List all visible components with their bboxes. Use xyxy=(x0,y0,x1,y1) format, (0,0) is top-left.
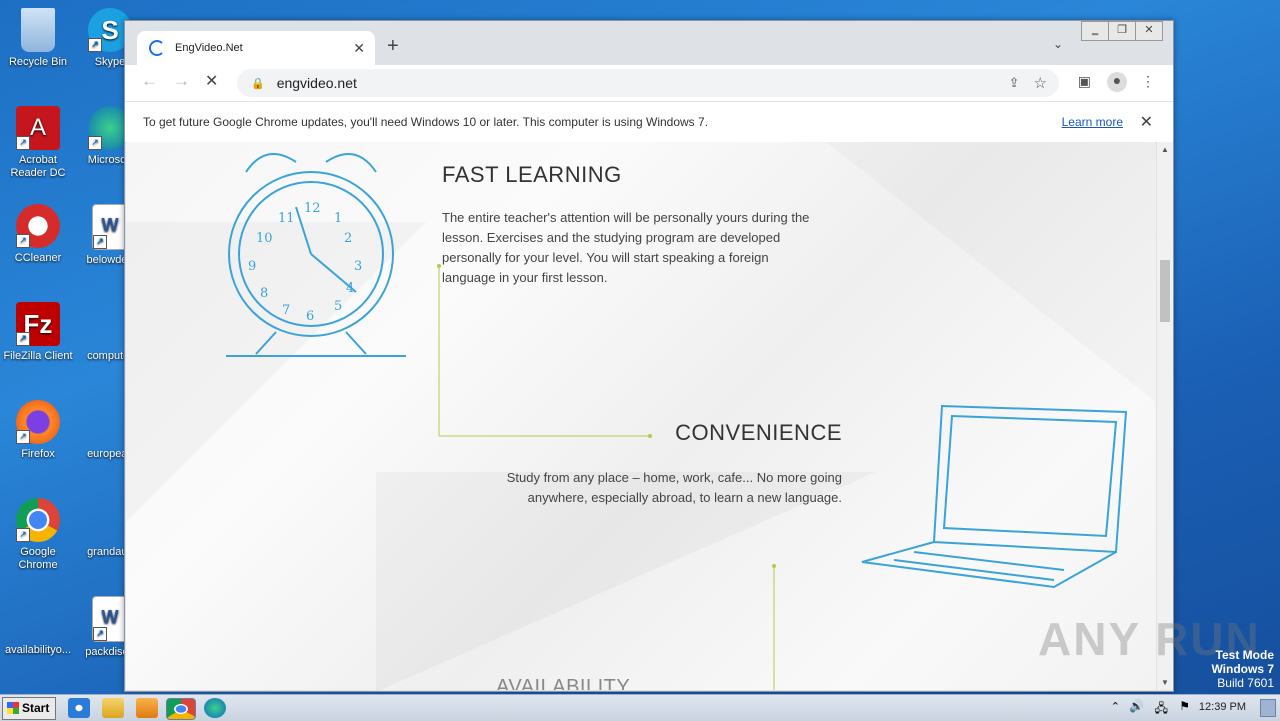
side-panel-icon[interactable]: ▣ xyxy=(1078,73,1091,90)
section-heading: AVAILABILITY xyxy=(496,676,631,690)
menu-kebab-icon[interactable]: ⋮ xyxy=(1141,73,1155,90)
profile-avatar-icon[interactable]: ● xyxy=(1107,72,1127,92)
browser-tab[interactable]: EngVideo.Net ✕ xyxy=(137,31,375,65)
taskbar: Start ⌃ 🔊 🖧 ⚑ 12:39 PM xyxy=(0,694,1280,721)
volume-icon[interactable]: 🔊 xyxy=(1129,699,1144,713)
section-heading: FAST LEARNING xyxy=(442,162,622,187)
svg-text:7: 7 xyxy=(282,303,290,318)
network-icon[interactable]: 🖧 xyxy=(1155,699,1168,720)
start-label: Start xyxy=(22,701,50,715)
word-document-icon: W ↗ xyxy=(92,204,128,250)
page-scrollbar[interactable]: ▲ ▼ xyxy=(1157,142,1173,690)
section-heading: CONVENIENCE xyxy=(675,420,842,445)
chrome-window: ‗ ❐ ✕ EngVideo.Net ✕ + ⌄ ← → ✕ 🔒 engvide… xyxy=(124,20,1174,692)
action-center-flag-icon[interactable]: ⚑ xyxy=(1179,699,1190,713)
lock-icon[interactable]: 🔒 xyxy=(251,77,265,90)
svg-text:9: 9 xyxy=(248,259,256,274)
firefox-icon: ↗ xyxy=(16,400,60,444)
watermark-line: Windows 7 xyxy=(1211,662,1274,676)
desktop-icon-filezilla[interactable]: Fz ↗ FileZilla Client xyxy=(0,302,76,363)
desktop-icon-recycle-bin[interactable]: Recycle Bin xyxy=(0,8,76,69)
filezilla-icon: Fz ↗ xyxy=(16,302,60,346)
infobar-close-icon[interactable]: ✕ xyxy=(1140,112,1153,132)
desktop-icon-firefox[interactable]: ↗ Firefox xyxy=(0,400,76,461)
media-player-icon[interactable] xyxy=(136,698,158,718)
bookmark-star-icon[interactable]: ☆ xyxy=(1034,74,1047,92)
tab-title: EngVideo.Net xyxy=(175,42,243,54)
new-tab-button[interactable]: + xyxy=(387,35,399,58)
svg-text:8: 8 xyxy=(260,286,268,301)
taskbar-clock[interactable]: 12:39 PM xyxy=(1199,701,1246,713)
show-desktop-button[interactable] xyxy=(1260,699,1276,717)
blank-document-icon xyxy=(16,596,60,640)
section-availability: AVAILABILITY xyxy=(496,676,630,690)
svg-text:12: 12 xyxy=(304,201,321,216)
tray-expand-icon[interactable]: ⌃ xyxy=(1111,700,1120,713)
desktop-icon-ccleaner[interactable]: ↗ CCleaner xyxy=(0,204,76,265)
laptop-illustration xyxy=(861,404,1128,589)
minimize-button[interactable]: ‗ xyxy=(1081,21,1109,41)
svg-text:6: 6 xyxy=(306,309,314,324)
window-controls: ‗ ❐ ✕ xyxy=(1081,21,1163,41)
bg-shape xyxy=(826,142,1156,402)
share-icon[interactable]: ⇪ xyxy=(1009,75,1020,91)
acrobat-icon: A ↗ xyxy=(16,106,60,150)
file-explorer-icon[interactable] xyxy=(102,698,124,718)
edge-taskbar-icon[interactable] xyxy=(204,698,226,718)
scroll-down-arrow-icon[interactable]: ▼ xyxy=(1161,678,1169,687)
svg-text:4: 4 xyxy=(346,281,354,296)
start-button[interactable]: Start xyxy=(2,697,56,720)
windows-logo-icon xyxy=(7,702,19,714)
scrollbar-thumb[interactable] xyxy=(1160,260,1170,322)
learn-more-link[interactable]: Learn more xyxy=(1062,115,1123,129)
connector-line xyxy=(437,264,652,438)
close-window-button[interactable]: ✕ xyxy=(1135,21,1163,41)
alarm-clock-illustration: 12 23 1098 6 54 11 7 1 xyxy=(226,153,406,357)
address-bar[interactable]: 🔒 engvideo.net ⇪ ☆ xyxy=(237,69,1059,97)
watermark-line: Build 7601 xyxy=(1217,676,1274,690)
watermark-line: Test Mode xyxy=(1215,648,1274,662)
back-button[interactable]: ← xyxy=(141,71,158,91)
chrome-taskbar-icon[interactable] xyxy=(166,698,196,720)
tab-close-icon[interactable]: ✕ xyxy=(353,40,365,57)
internet-explorer-icon[interactable] xyxy=(68,698,90,718)
update-infobar: To get future Google Chrome updates, you… xyxy=(125,101,1173,143)
desktop-icon-acrobat[interactable]: A ↗ Acrobat Reader DC xyxy=(0,106,76,180)
svg-text:2: 2 xyxy=(344,231,352,246)
tab-search-chevron-icon[interactable]: ⌄ xyxy=(1053,37,1063,51)
section-text: Study from any place – home, work, cafe.… xyxy=(506,470,842,505)
desktop-icon-availability[interactable]: availabilityo... xyxy=(0,596,76,657)
svg-text:1: 1 xyxy=(334,211,342,226)
url-text[interactable]: engvideo.net xyxy=(277,75,357,91)
svg-text:5: 5 xyxy=(334,299,342,314)
test-mode-watermark: Test Mode Windows 7 Build 7601 xyxy=(1211,648,1274,690)
chrome-icon: ↗ xyxy=(16,498,60,542)
ccleaner-icon: ↗ xyxy=(16,204,60,248)
recycle-bin-icon xyxy=(21,8,55,52)
restore-button[interactable]: ❐ xyxy=(1108,21,1136,41)
loading-spinner-icon xyxy=(149,40,165,56)
forward-button[interactable]: → xyxy=(173,71,190,91)
browser-toolbar: ← → ✕ 🔒 engvideo.net ⇪ ☆ ▣ ● ⋮ xyxy=(125,65,1173,101)
svg-text:10: 10 xyxy=(256,231,273,246)
infobar-message: To get future Google Chrome updates, you… xyxy=(143,115,709,129)
svg-text:11: 11 xyxy=(278,211,295,226)
svg-text:3: 3 xyxy=(354,259,362,274)
desktop-icon-chrome[interactable]: ↗ Google Chrome xyxy=(0,498,76,572)
stop-loading-button[interactable]: ✕ xyxy=(205,71,218,91)
connector-line-vertical xyxy=(772,564,776,690)
section-convenience: CONVENIENCE Study from any place – home,… xyxy=(506,420,842,508)
scroll-up-arrow-icon[interactable]: ▲ xyxy=(1161,145,1169,154)
page-content: 12 2 3 10 9 8 654 11 7 1 FAST LEARNING The ent… xyxy=(126,142,1156,690)
word-document-icon: W ↗ xyxy=(92,596,128,642)
